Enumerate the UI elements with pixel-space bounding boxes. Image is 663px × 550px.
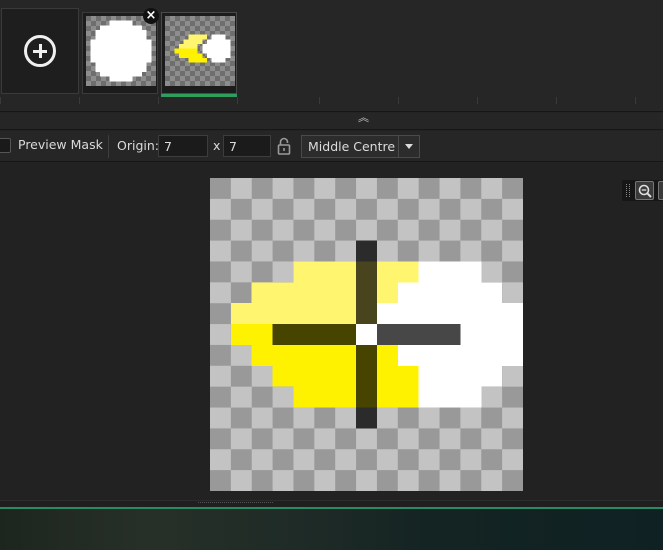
frame-strip: ×: [0, 0, 663, 112]
unlock-icon[interactable]: [277, 137, 291, 158]
chevron-down-icon: [398, 136, 419, 157]
close-icon[interactable]: ×: [143, 8, 159, 24]
preview-mask-label: Preview Mask: [18, 137, 103, 152]
timeline-ruler: [0, 97, 663, 105]
collapse-frames-bar[interactable]: ︽: [0, 111, 663, 130]
add-frame-button[interactable]: [1, 8, 79, 94]
toolbar-divider: [108, 135, 109, 158]
zoom-icon: [638, 184, 652, 198]
origin-x-separator: x: [213, 138, 221, 153]
bottom-panel: [0, 507, 663, 550]
frame-thumbnail-image: [86, 16, 156, 86]
frame-thumbnail-image: [165, 16, 235, 86]
sprite-editor: × ︽ Preview Mask Origin: 7 x 7 Middle Ce…: [0, 0, 663, 550]
zoom-reset-button[interactable]: [658, 181, 663, 200]
double-chevron-up-icon: ︽: [358, 111, 369, 124]
preview-mask-checkbox[interactable]: [0, 138, 11, 153]
origin-preset-value: Middle Centre: [308, 139, 396, 154]
plus-circle-icon: [24, 35, 56, 67]
frame-thumbnail-2[interactable]: [161, 12, 237, 97]
sprite-canvas-area[interactable]: [0, 163, 663, 500]
origin-preset-dropdown[interactable]: Middle Centre: [301, 135, 420, 158]
sprite-canvas[interactable]: [210, 178, 523, 491]
zoom-toolbar: [622, 180, 663, 201]
origin-point: [356, 324, 377, 345]
zoom-button[interactable]: [635, 181, 654, 200]
grip-icon[interactable]: [626, 184, 630, 197]
panel-resize-handle[interactable]: [0, 500, 663, 507]
origin-x-field[interactable]: 7: [158, 135, 208, 157]
origin-toolbar: Preview Mask Origin: 7 x 7 Middle Centre: [0, 131, 663, 162]
origin-label: Origin:: [117, 138, 159, 153]
grip-icon: [198, 502, 273, 505]
frame-thumbnail-1[interactable]: [82, 12, 158, 94]
origin-y-field[interactable]: 7: [223, 135, 271, 157]
